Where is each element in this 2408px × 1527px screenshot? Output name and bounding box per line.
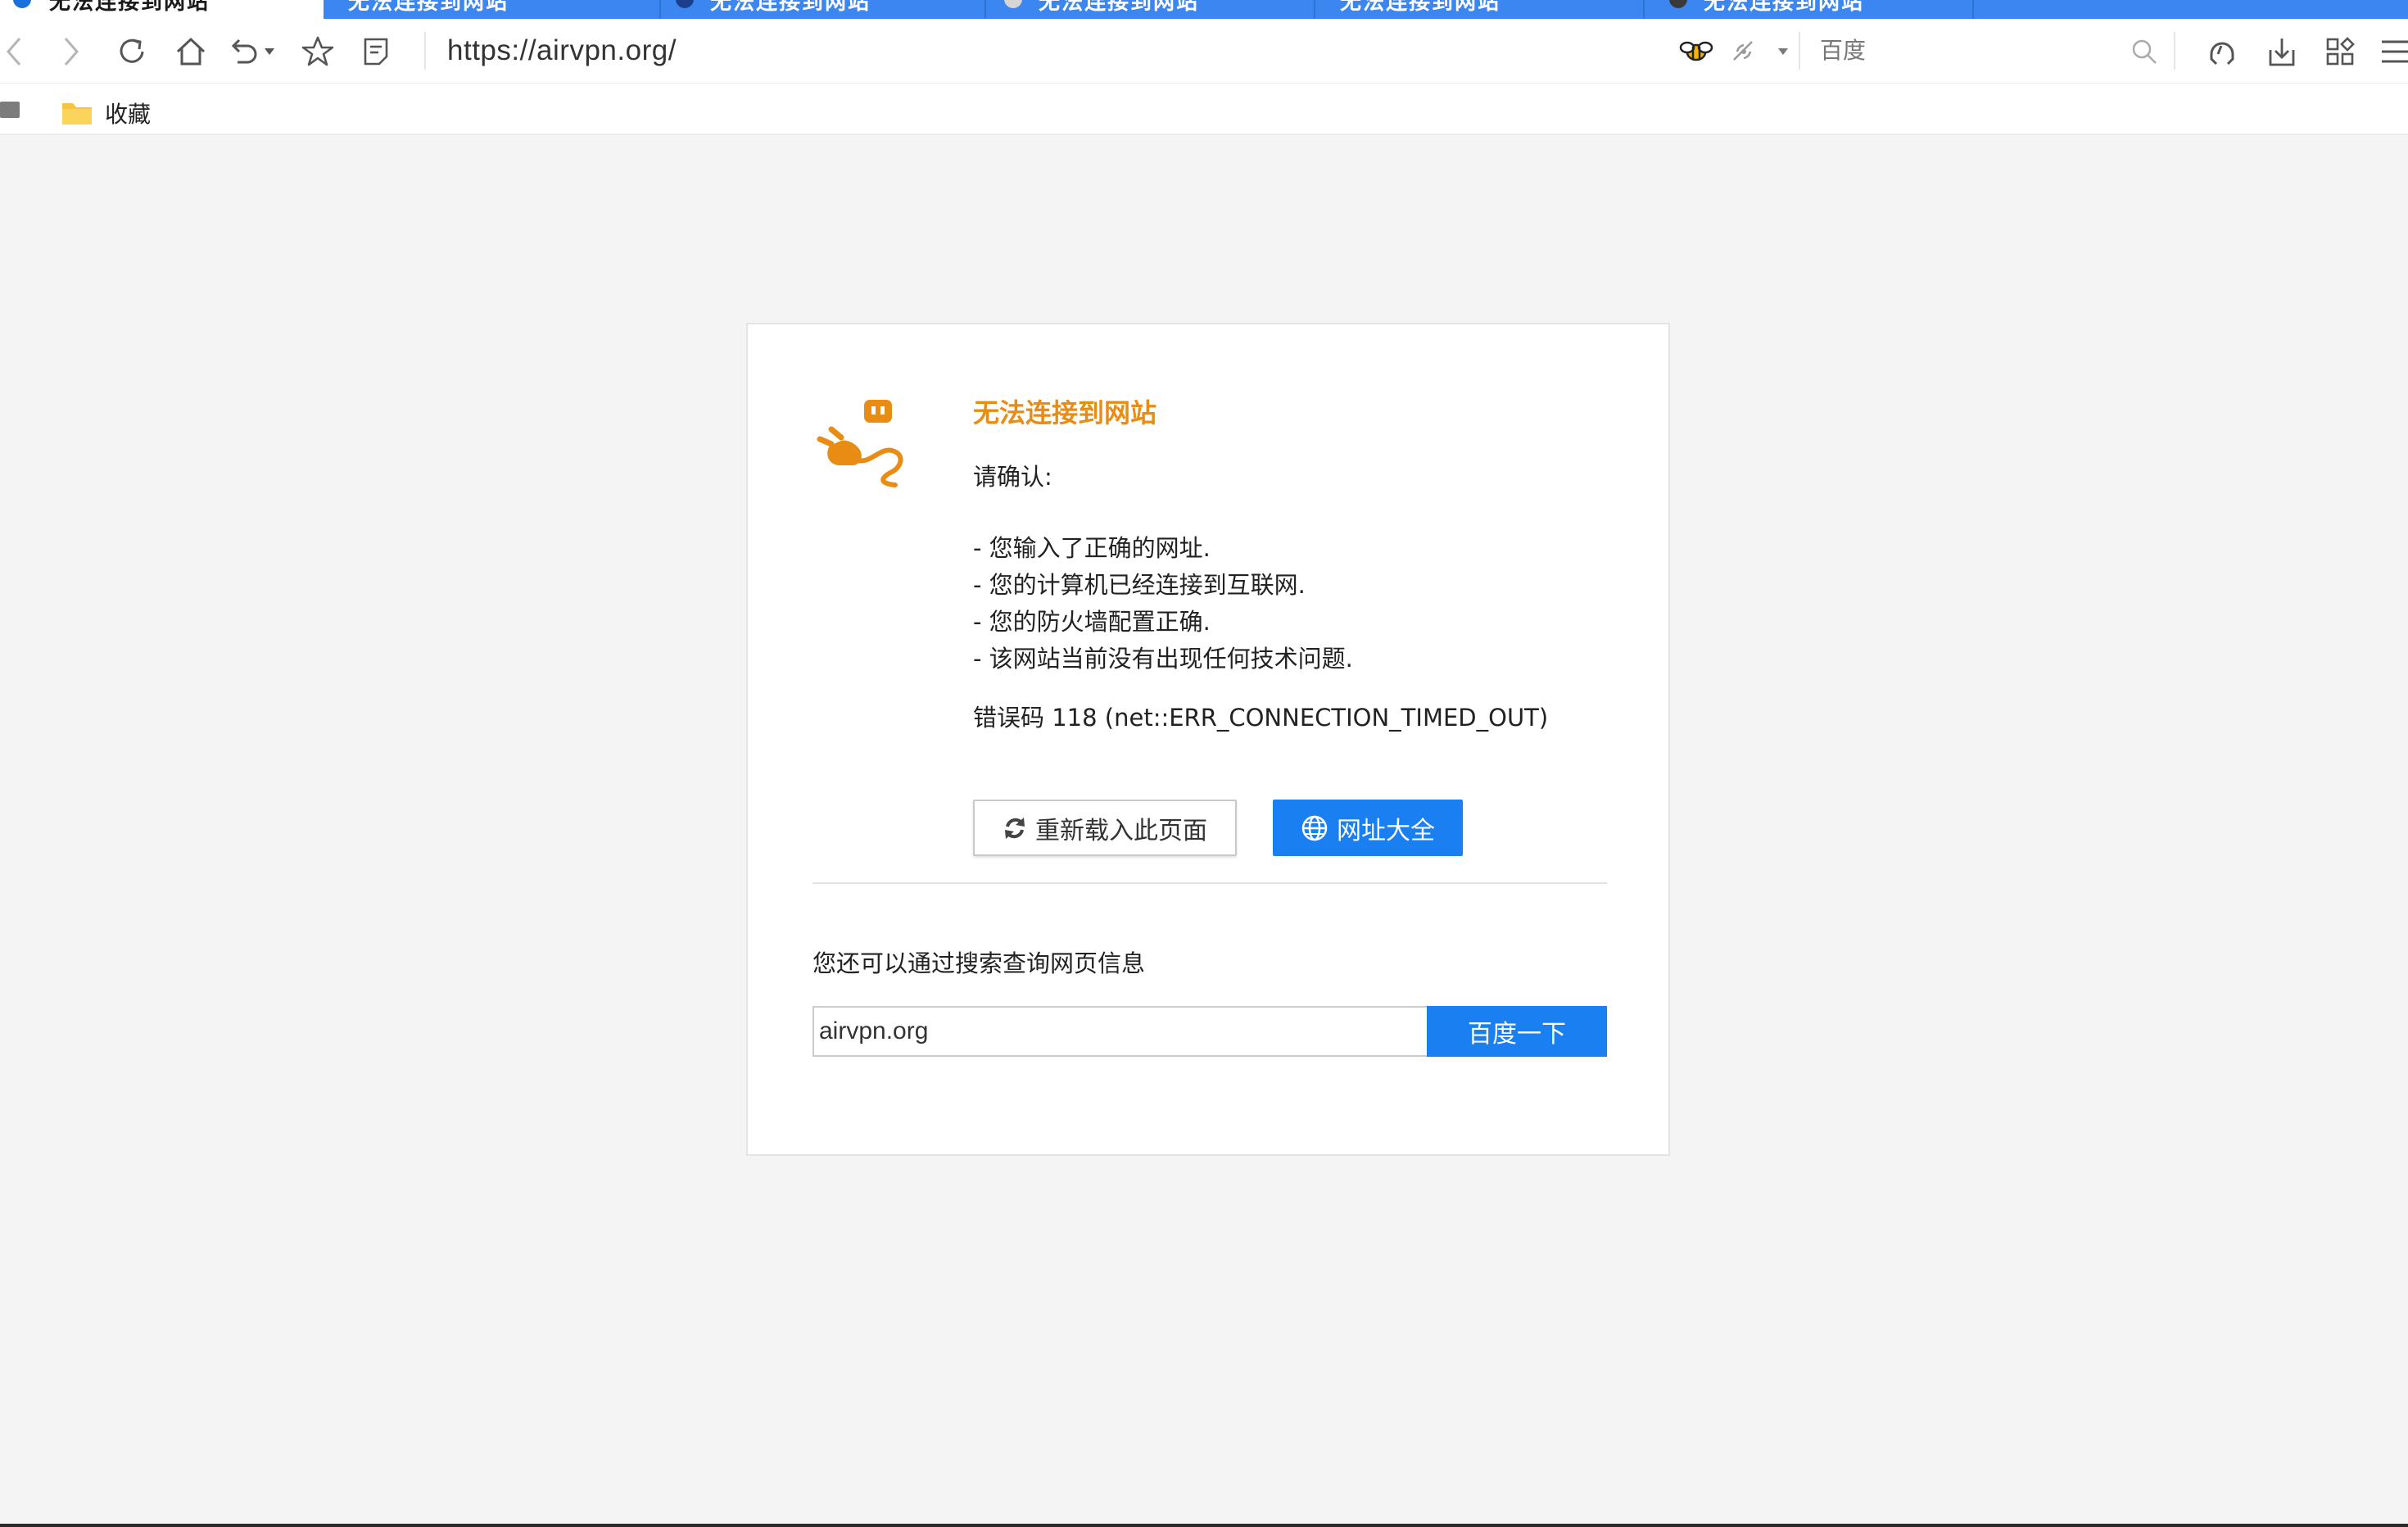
search-icon[interactable]: [2125, 31, 2164, 72]
tab-title: 无法连接到网站: [710, 0, 871, 15]
forward-icon[interactable]: [51, 31, 92, 72]
tab-favicon-icon: [676, 0, 694, 8]
tab-item[interactable]: 无法连接到网站: [1645, 0, 1972, 19]
headset-icon[interactable]: [2202, 31, 2243, 72]
address-bar[interactable]: https://airvpn.org/: [447, 30, 677, 71]
globe-icon: [1301, 815, 1328, 841]
reload-icon[interactable]: [111, 31, 152, 72]
tab-favicon-icon: [13, 0, 31, 8]
navigation-bar: https://airvpn.org/ 百度: [0, 19, 2408, 84]
checklist-item: - 该网站当前没有出现任何技术问题.: [973, 645, 1353, 673]
error-card: 无法连接到网站 请确认: - 您输入了正确的网址. - 您的计算机已经连接到互联…: [746, 323, 1670, 1156]
error-code: 错误码 118 (net::ERR_CONNECTION_TIMED_OUT): [973, 704, 1549, 732]
bookmark-folder-favorites[interactable]: 收藏: [61, 97, 151, 129]
error-title: 无法连接到网站: [973, 397, 1157, 428]
tab-title: 无法连接到网站: [348, 0, 509, 15]
search-hint: 您还可以通过搜索查询网页信息: [812, 949, 1146, 977]
folder-icon: [62, 103, 92, 125]
search-engine-field[interactable]: 百度: [1820, 30, 2148, 71]
download-icon[interactable]: [2261, 31, 2302, 72]
reload-button-label: 重新载入此页面: [1035, 816, 1207, 845]
tab-item[interactable]: 无法连接到网站: [661, 0, 984, 19]
window-bottom-edge: [0, 1524, 2408, 1527]
tab-item[interactable]: 无法连接到网站: [1315, 0, 1643, 19]
star-icon[interactable]: [297, 31, 338, 72]
search-input[interactable]: [812, 1006, 1427, 1057]
tab-active[interactable]: 无法连接到网站: [0, 0, 324, 19]
tab-title: 无法连接到网站: [1340, 0, 1501, 15]
site-directory-button[interactable]: 网址大全: [1273, 800, 1463, 856]
checklist-item: - 您输入了正确的网址.: [973, 534, 1211, 562]
url-separator: [424, 32, 426, 70]
home-icon[interactable]: [170, 31, 211, 72]
chevron-down-icon[interactable]: [257, 31, 282, 72]
bookmark-folder-label: 收藏: [105, 101, 152, 128]
tab-title: 无法连接到网站: [1704, 0, 1865, 15]
signal-icon[interactable]: [1723, 31, 1764, 72]
site-directory-label: 网址大全: [1337, 816, 1435, 845]
tab-strip: 无法连接到网站 无法连接到网站 无法连接到网站 无法连接到网站 无法连接到网站 …: [0, 0, 2408, 19]
confirm-label: 请确认:: [973, 463, 1052, 491]
reload-page-button[interactable]: 重新载入此页面: [973, 800, 1237, 856]
tab-item[interactable]: 无法连接到网站: [324, 0, 659, 19]
checklist: - 您输入了正确的网址. - 您的计算机已经连接到互联网. - 您的防火墙配置正…: [973, 530, 1353, 677]
tab-title: 无法连接到网站: [49, 0, 210, 15]
refresh-icon: [1005, 817, 1025, 839]
baidu-search-button[interactable]: 百度一下: [1427, 1006, 1607, 1057]
checklist-item: - 您的防火墙配置正确.: [973, 608, 1211, 636]
sidebar-toggle-icon[interactable]: [0, 102, 20, 118]
new-tab-area[interactable]: [1974, 0, 2408, 19]
tab-favicon-icon: [1669, 0, 1687, 8]
tab-title: 无法连接到网站: [1039, 0, 1200, 15]
chevron-down-icon[interactable]: [1771, 31, 1795, 72]
plug-error-icon: [813, 396, 912, 492]
back-icon[interactable]: [0, 31, 34, 72]
tab-favicon-icon: [1004, 0, 1022, 8]
bee-extension-icon[interactable]: [1676, 31, 1717, 72]
tab-item[interactable]: 无法连接到网站: [986, 0, 1314, 19]
search-separator: [1799, 32, 1800, 70]
toolbar-separator: [2174, 32, 2175, 70]
checklist-item: - 您的计算机已经连接到互联网.: [973, 571, 1306, 599]
page-content: 无法连接到网站 请确认: - 您输入了正确的网址. - 您的计算机已经连接到互联…: [0, 137, 2408, 1525]
apps-icon[interactable]: [2320, 31, 2360, 72]
divider: [812, 882, 1607, 884]
bookmark-bar: 收藏: [0, 84, 2408, 135]
menu-icon[interactable]: [2375, 31, 2408, 72]
reader-icon[interactable]: [355, 31, 396, 72]
